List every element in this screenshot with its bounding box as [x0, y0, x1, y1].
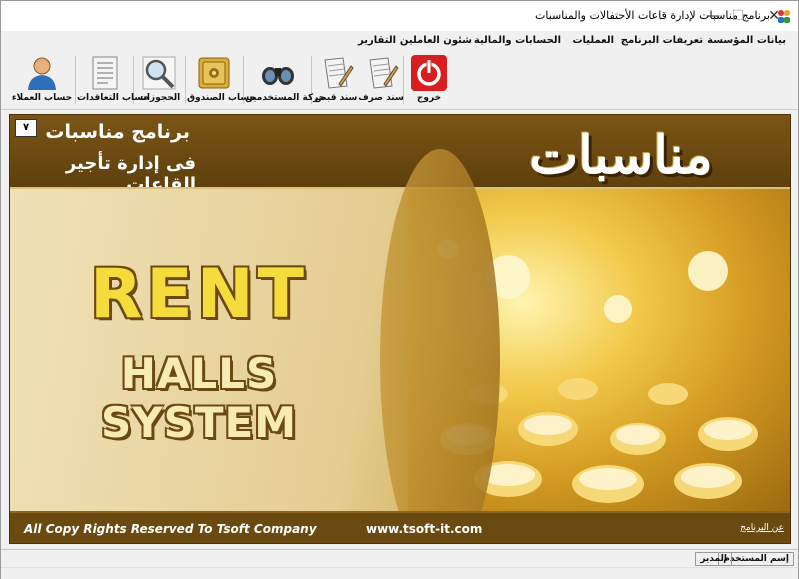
cashbox-account-label: حساب الصندوق	[187, 93, 257, 103]
user-icon	[28, 57, 56, 90]
toolbar-separator	[75, 56, 76, 104]
document-pen-icon	[369, 57, 399, 89]
binoculars-icon	[262, 67, 294, 85]
status-bar: إسم المستخدم المدير	[1, 549, 798, 567]
about-link[interactable]: عن البرنامج	[740, 523, 784, 533]
menu-item-operations[interactable]: العمليات	[573, 35, 615, 46]
copyright-text: All Copy Rights Reserved To Tsoft Compan…	[24, 522, 317, 536]
website-text: www.tsoft-it.com	[366, 522, 483, 536]
safe-icon	[198, 57, 230, 89]
title-bar: برنامج مناسبات لإدارة قاعات الأحتفالات و…	[1, 1, 798, 31]
app-name-line1: برنامج مناسبات	[45, 121, 190, 143]
magnifier-icon	[142, 56, 176, 90]
rent-title: RENT	[89, 255, 309, 334]
document-pen-icon	[324, 57, 354, 89]
splash-banner: ٧ برنامج مناسبات فى إدارة تأجير القاعات …	[9, 114, 791, 544]
menu-item-employee-affairs[interactable]: شئون العاملين	[400, 35, 472, 46]
exit-label: خروج	[416, 93, 442, 103]
customers-account-label: حساب العملاء	[11, 93, 73, 103]
payment-voucher-label: سند صرف	[358, 93, 404, 103]
decorative-curve	[380, 149, 500, 543]
power-icon	[411, 55, 447, 91]
payment-voucher-button[interactable]: سند صرف	[357, 52, 405, 108]
bottom-strip	[1, 567, 798, 579]
toolbar-separator	[185, 56, 186, 104]
contracts-account-label: حساب التعاقدات	[77, 93, 151, 103]
exit-button[interactable]: خروج	[405, 52, 453, 108]
contracts-account-button[interactable]: حساب التعاقدات	[77, 52, 151, 108]
menu-item-program-definitions[interactable]: تعريفات البرنامج	[621, 35, 703, 46]
close-button[interactable]: ✕	[751, 1, 797, 31]
toolbar: خروج سند صرف سند قبض حركة المستخدمين حسا…	[1, 52, 798, 110]
banner-content: RENT HALLS SYSTEM	[10, 149, 790, 543]
customers-account-button[interactable]: حساب العملاء	[11, 52, 73, 108]
menu-bar: بيانات المؤسسة تعريفات البرنامج العمليات…	[1, 32, 798, 52]
menu-item-organization-data[interactable]: بيانات المؤسسة	[707, 35, 786, 46]
menu-item-accounts-finance[interactable]: الحسابات والمالية	[474, 35, 561, 46]
user-name-value: المدير	[695, 552, 732, 566]
halls-system-title: HALLS SYSTEM	[100, 349, 298, 447]
menu-item-reports[interactable]: التقارير	[358, 35, 396, 46]
banner-header: ٧ برنامج مناسبات فى إدارة تأجير القاعات …	[10, 115, 790, 195]
document-list-icon	[92, 56, 118, 90]
banner-footer: All Copy Rights Reserved To Tsoft Compan…	[10, 511, 790, 543]
app-window: برنامج مناسبات لإدارة قاعات الأحتفالات و…	[0, 0, 799, 579]
big-logo-text: مناسبات	[529, 125, 713, 186]
cashbox-account-button[interactable]: حساب الصندوق	[187, 52, 257, 108]
